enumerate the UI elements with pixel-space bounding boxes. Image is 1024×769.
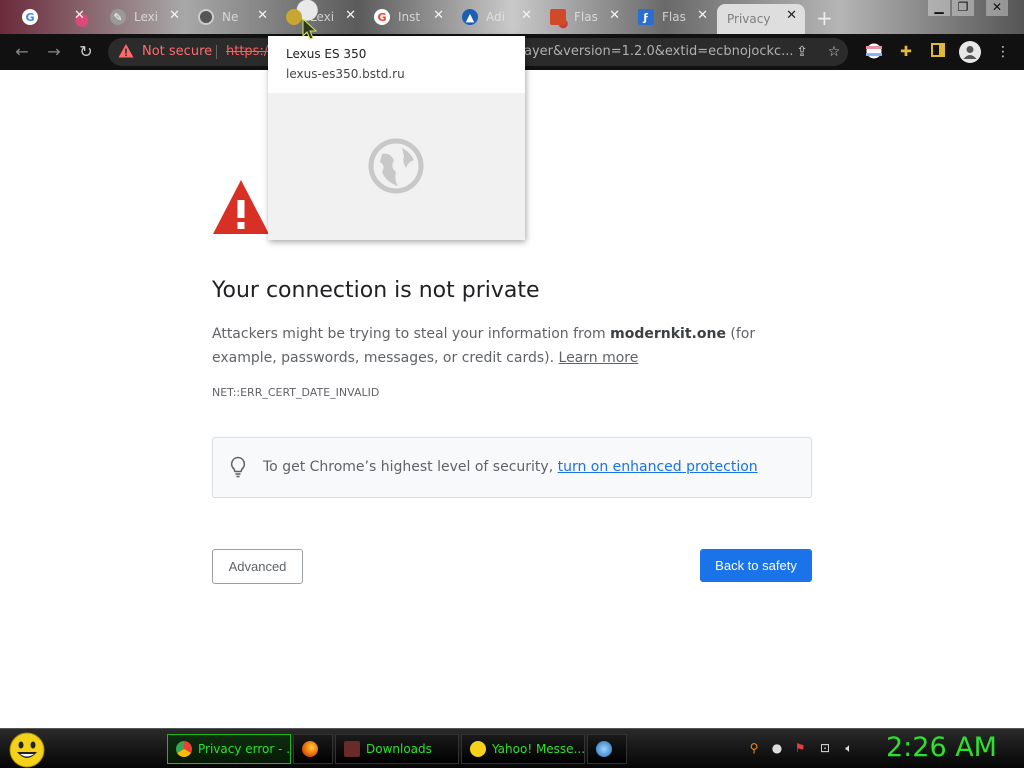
tab-privacy-error[interactable]: Privacy e ✕ xyxy=(717,4,805,34)
back-arrow-icon[interactable]: ← xyxy=(12,42,32,62)
hover-card-url: lexus-es350.bstd.ru xyxy=(286,67,405,81)
flag-icon[interactable]: ⚑ xyxy=(792,741,808,757)
pencil-icon: ✎ xyxy=(110,9,126,25)
taskbar: Privacy error - ... Downloads Yahoo! Mes… xyxy=(0,728,1024,768)
mouse-cursor-icon xyxy=(302,18,318,40)
tab-google[interactable]: G ✕ xyxy=(12,4,85,30)
divider xyxy=(216,45,217,59)
drive-icon: ▲ xyxy=(462,9,478,25)
taskbar-item-globe[interactable] xyxy=(587,734,627,764)
reload-icon[interactable]: ↻ xyxy=(76,42,96,62)
new-tab-button[interactable]: + xyxy=(816,6,833,30)
advanced-button[interactable]: Advanced xyxy=(212,549,303,584)
menu-kebab-icon[interactable]: ⋮ xyxy=(994,43,1012,61)
error-code: NET::ERR_CERT_DATE_INVALID xyxy=(212,386,380,399)
tab-label: Privacy e xyxy=(727,12,775,26)
error-description: Attackers might be trying to steal your … xyxy=(212,322,812,370)
sidebar-icon[interactable] xyxy=(929,43,947,61)
site-domain: modernkit.one xyxy=(610,326,726,342)
tab-label: Ne xyxy=(222,10,239,24)
tip-label: To get Chrome’s highest level of securit… xyxy=(263,459,558,475)
network-icon[interactable]: ⊡ xyxy=(817,741,833,757)
tab-flas-2[interactable]: ϝ Flas ✕ xyxy=(628,4,716,30)
search-icon[interactable]: ⚲ xyxy=(746,741,762,757)
taskbar-item-yahoo-messenger[interactable]: Yahoo! Messe... xyxy=(461,734,585,764)
close-icon[interactable]: ✕ xyxy=(697,8,708,23)
tab-inst[interactable]: G Inst ✕ xyxy=(364,4,452,30)
volume-icon[interactable]: 🔈︎ xyxy=(841,741,857,757)
page-title: Your connection is not private xyxy=(212,278,540,303)
restore-icon[interactable]: ❐ xyxy=(952,0,974,16)
google-icon: G xyxy=(22,9,38,25)
chrome-icon xyxy=(198,9,214,25)
tab-new[interactable]: Ne ✕ xyxy=(188,4,276,30)
share-icon[interactable]: ⇪ xyxy=(793,43,811,61)
globe-icon xyxy=(368,138,424,194)
account-avatar-icon[interactable] xyxy=(959,41,981,63)
globe-icon xyxy=(286,9,302,25)
hover-card-preview xyxy=(268,93,525,240)
cube-icon xyxy=(550,9,566,25)
learn-more-link[interactable]: Learn more xyxy=(559,350,639,366)
close-icon[interactable]: ✕ xyxy=(786,8,797,23)
system-clock[interactable]: 2:26 AM xyxy=(886,732,997,763)
close-icon[interactable]: ✕ xyxy=(609,8,620,23)
tab-label: Flas xyxy=(662,10,686,24)
tab-flas-1[interactable]: Flas ✕ xyxy=(540,4,628,30)
hover-card-title: Lexus ES 350 xyxy=(286,47,367,61)
tab-adi[interactable]: ▲ Adi ✕ xyxy=(452,4,540,30)
google-icon: G xyxy=(374,9,390,25)
enhanced-protection-link[interactable]: turn on enhanced protection xyxy=(558,459,758,475)
start-smiley-icon[interactable] xyxy=(8,731,46,769)
close-icon[interactable]: ✕ xyxy=(169,8,180,23)
taskbar-item-privacy-error[interactable]: Privacy error - ... xyxy=(167,734,291,764)
star-icon[interactable]: ☆ xyxy=(825,43,843,61)
danger-triangle-icon xyxy=(213,180,269,234)
taskbar-item-label: Privacy error - ... xyxy=(198,742,291,756)
taskbar-item-label: Yahoo! Messe... xyxy=(492,742,585,756)
taskbar-item-firefox[interactable] xyxy=(293,734,333,764)
tab-strip: G ✕ ✎ Lexi ✕ Ne ✕ Lexi ✕ G Inst ✕ ▲ Adi … xyxy=(0,0,1024,34)
tab-label: Lexi xyxy=(134,10,159,24)
globe-icon xyxy=(596,741,612,757)
firefox-icon xyxy=(302,741,318,757)
chrome-icon xyxy=(176,741,192,757)
forward-arrow-icon[interactable]: → xyxy=(44,42,64,62)
taskbar-item-label: Downloads xyxy=(366,742,432,756)
close-icon[interactable]: ✕ xyxy=(521,8,532,23)
smiley-icon xyxy=(470,741,486,757)
tab-lexus[interactable]: Lexi ✕ xyxy=(276,4,364,30)
url-scheme: https:/ xyxy=(226,44,269,59)
profile-flag-icon[interactable] xyxy=(865,43,883,61)
messenger-status-icon[interactable]: ● xyxy=(769,741,785,757)
warning-icon xyxy=(118,44,134,58)
tab-label: Flas xyxy=(574,10,598,24)
tab-label: Inst xyxy=(398,10,421,24)
close-icon[interactable]: ✕ xyxy=(257,8,268,23)
back-to-safety-button[interactable]: Back to safety xyxy=(700,549,812,582)
description-text: Attackers might be trying to steal your … xyxy=(212,326,611,342)
tip-text: To get Chrome’s highest level of securit… xyxy=(263,459,758,475)
tab-hover-card: Lexus ES 350 lexus-es350.bstd.ru xyxy=(268,36,525,240)
close-icon[interactable]: ✕ xyxy=(433,8,444,23)
folder-icon xyxy=(344,741,360,757)
tab-lexi[interactable]: ✎ Lexi ✕ xyxy=(100,4,188,30)
flash-icon: ϝ xyxy=(638,9,654,25)
close-window-icon[interactable]: ✕ xyxy=(986,0,1008,16)
enhanced-protection-tip: To get Chrome’s highest level of securit… xyxy=(212,437,812,498)
minimize-icon[interactable]: ▁ xyxy=(928,0,950,16)
close-icon[interactable]: ✕ xyxy=(345,8,356,23)
security-status[interactable]: Not secure xyxy=(142,44,212,59)
url-text: ayer&version=1.2.0&extid=ecbnojockc... xyxy=(524,44,794,59)
lightbulb-icon xyxy=(230,456,246,478)
tab-label: Adi xyxy=(486,10,505,24)
extensions-puzzle-icon[interactable]: ✚ xyxy=(897,43,915,61)
taskbar-item-downloads[interactable]: Downloads xyxy=(335,734,459,764)
